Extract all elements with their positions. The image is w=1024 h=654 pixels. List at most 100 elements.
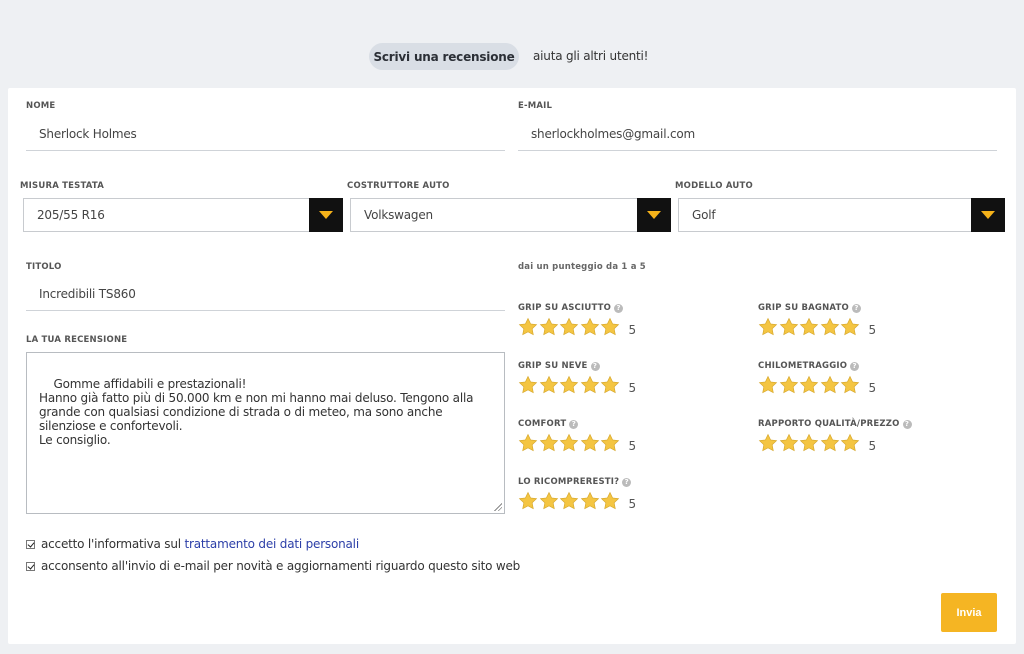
rating-label-text: CHILOMETRAGGIO (758, 361, 848, 371)
info-icon[interactable]: ? (622, 477, 632, 487)
star-icon[interactable] (559, 433, 579, 453)
star-icon[interactable] (580, 317, 600, 337)
rating-label: GRIP SU ASCIUTTO? (518, 303, 636, 313)
recensione-label: LA TUA RECENSIONE (26, 335, 128, 345)
chevron-down-icon[interactable] (971, 198, 1005, 232)
header-subtitle: aiuta gli altri utenti! (533, 49, 649, 63)
star-icon[interactable] (820, 317, 840, 337)
star-icon[interactable] (840, 375, 860, 395)
star-icon[interactable] (820, 433, 840, 453)
rating-label-text: GRIP SU BAGNATO (758, 303, 849, 313)
rating-item: COMFORT? 5 (518, 419, 636, 453)
chevron-down-icon[interactable] (309, 198, 343, 232)
info-icon[interactable]: ? (902, 419, 912, 429)
recensione-value: Gomme affidabili e prestazionali! Hanno … (39, 377, 474, 447)
rating-item: CHILOMETRAGGIO? 5 (758, 361, 876, 395)
email-input[interactable]: sherlockholmes@gmail.com (518, 121, 997, 151)
rating-label-text: COMFORT (518, 419, 567, 429)
costruttore-value: Volkswagen (364, 208, 433, 222)
star-icon[interactable] (539, 491, 559, 511)
star-icon[interactable] (559, 375, 579, 395)
star-icon[interactable] (539, 375, 559, 395)
star-icon[interactable] (518, 491, 538, 511)
misura-value: 205/55 R16 (37, 208, 105, 222)
info-icon[interactable]: ? (614, 303, 624, 313)
resize-handle-icon[interactable] (494, 503, 502, 511)
check-icon[interactable] (26, 561, 35, 571)
star-icon[interactable] (779, 433, 799, 453)
misura-select[interactable]: 205/55 R16 (23, 198, 343, 232)
star-icon[interactable] (758, 375, 778, 395)
rating-score: 5 (868, 439, 877, 453)
email-value: sherlockholmes@gmail.com (531, 127, 695, 141)
star-icon[interactable] (600, 375, 620, 395)
newsletter-consent[interactable]: acconsento all'invio di e-mail per novit… (26, 559, 520, 573)
star-icon[interactable] (539, 317, 559, 337)
star-icon[interactable] (799, 375, 819, 395)
privacy-consent[interactable]: accetto l'informativa sul trattamento de… (26, 537, 359, 551)
rating-label-text: GRIP SU ASCIUTTO (518, 303, 612, 313)
star-icon[interactable] (840, 317, 860, 337)
costruttore-select[interactable]: Volkswagen (350, 198, 671, 232)
star-icon[interactable] (820, 375, 840, 395)
rating-label: LO RICOMPRERESTI?? (518, 477, 636, 487)
star-icon[interactable] (559, 491, 579, 511)
check-icon[interactable] (26, 539, 35, 549)
nome-label: NOME (26, 101, 56, 111)
star-icon[interactable] (518, 317, 538, 337)
info-icon[interactable]: ? (851, 303, 861, 313)
star-rating[interactable]: 5 (518, 491, 636, 511)
star-rating[interactable]: 5 (518, 433, 636, 453)
costruttore-label: COSTRUTTORE AUTO (347, 181, 450, 191)
misura-label: MISURA TESTATA (20, 181, 105, 191)
rating-label: GRIP SU BAGNATO? (758, 303, 876, 313)
info-icon[interactable]: ? (569, 419, 579, 429)
recensione-textarea[interactable]: Gomme affidabili e prestazionali! Hanno … (26, 352, 505, 514)
info-icon[interactable]: ? (590, 361, 600, 371)
titolo-value: Incredibili TS860 (39, 287, 136, 301)
star-icon[interactable] (799, 317, 819, 337)
submit-button[interactable]: Invia (941, 593, 997, 632)
star-icon[interactable] (600, 317, 620, 337)
page-header: Scrivi una recensione aiuta gli altri ut… (0, 0, 1024, 88)
chevron-down-icon[interactable] (637, 198, 671, 232)
rating-score: 5 (868, 323, 877, 337)
star-icon[interactable] (758, 433, 778, 453)
rating-score: 5 (628, 439, 637, 453)
star-icon[interactable] (580, 491, 600, 511)
star-icon[interactable] (580, 375, 600, 395)
star-icon[interactable] (580, 433, 600, 453)
star-rating[interactable]: 5 (758, 433, 912, 453)
star-icon[interactable] (600, 433, 620, 453)
info-icon[interactable]: ? (850, 361, 860, 371)
rating-item: GRIP SU BAGNATO? 5 (758, 303, 876, 337)
star-icon[interactable] (518, 433, 538, 453)
star-icon[interactable] (518, 375, 538, 395)
nome-input[interactable]: Sherlock Holmes (26, 121, 505, 151)
star-icon[interactable] (779, 317, 799, 337)
rating-score: 5 (628, 497, 637, 511)
modello-label: MODELLO AUTO (675, 181, 753, 191)
privacy-policy-link[interactable]: trattamento dei dati personali (185, 537, 360, 551)
star-rating[interactable]: 5 (758, 375, 876, 395)
rating-label-text: GRIP SU NEVE (518, 361, 588, 371)
titolo-input[interactable]: Incredibili TS860 (26, 281, 505, 311)
star-icon[interactable] (559, 317, 579, 337)
titolo-label: TITOLO (26, 262, 62, 272)
rating-score: 5 (628, 381, 637, 395)
star-rating[interactable]: 5 (518, 317, 636, 337)
star-icon[interactable] (600, 491, 620, 511)
star-rating[interactable]: 5 (758, 317, 876, 337)
star-icon[interactable] (539, 433, 559, 453)
write-review-pill: Scrivi una recensione (369, 43, 519, 70)
rating-label: RAPPORTO QUALITÀ/PREZZO? (758, 419, 912, 429)
modello-select[interactable]: Golf (678, 198, 1005, 232)
newsletter-consent-text: acconsento all'invio di e-mail per novit… (41, 559, 521, 573)
star-icon[interactable] (799, 433, 819, 453)
star-icon[interactable] (840, 433, 860, 453)
star-icon[interactable] (779, 375, 799, 395)
star-icon[interactable] (758, 317, 778, 337)
modello-value: Golf (692, 208, 716, 222)
rating-score: 5 (628, 323, 637, 337)
star-rating[interactable]: 5 (518, 375, 636, 395)
